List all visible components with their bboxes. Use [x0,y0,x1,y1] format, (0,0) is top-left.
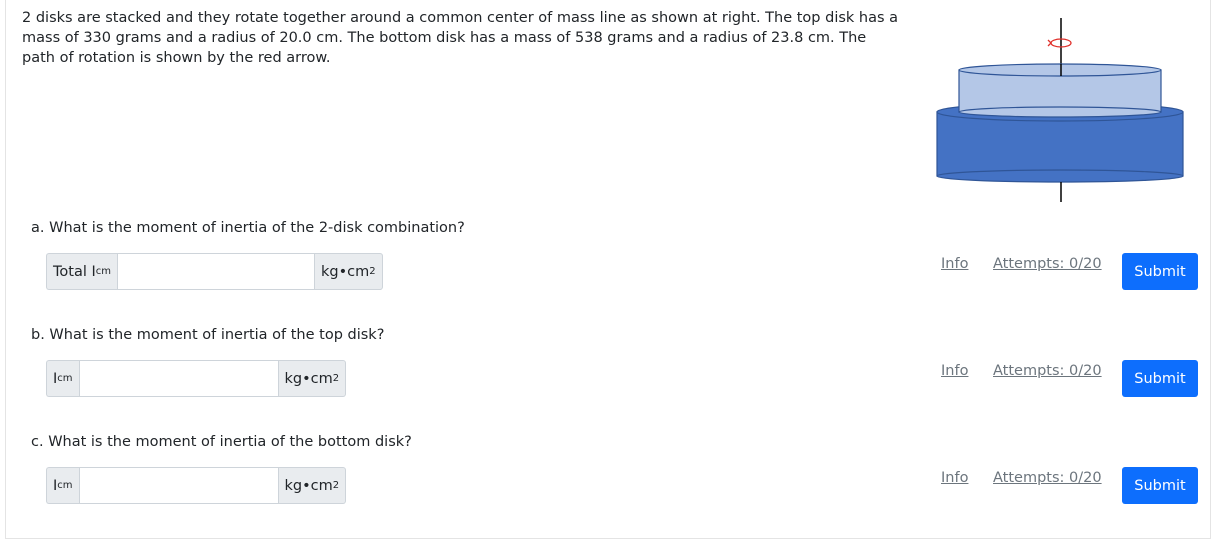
bottom-disk-icm-label: Icm [46,467,79,504]
bottom-disk-icm-input[interactable] [78,467,279,504]
info-link-a[interactable]: Info [941,256,968,272]
total-icm-input[interactable] [117,253,315,290]
question-c: c. What is the moment of inertia of the … [31,434,412,450]
info-link-b[interactable]: Info [941,363,968,379]
attempts-link-a[interactable]: Attempts: 0/20 [993,256,1102,272]
answer-group-b: Icm kg•cm 2 [46,360,347,397]
problem-statement: 2 disks are stacked and they rotate toge… [22,10,899,66]
unit-label-a: kg•cm 2 [315,253,383,290]
top-disk [958,63,1162,118]
top-disk-icm-input[interactable] [78,360,279,397]
submit-button-c[interactable]: Submit [1122,467,1198,504]
info-link-c[interactable]: Info [941,470,968,486]
submit-button-b[interactable]: Submit [1122,360,1198,397]
answer-group-c: Icm kg•cm 2 [46,467,347,504]
total-icm-label: Total Icm [46,253,117,290]
question-b: b. What is the moment of inertia of the … [31,327,385,343]
answer-group-a: Total Icm kg•cm 2 [46,253,383,290]
unit-label-c: kg•cm 2 [278,467,347,504]
submit-button-a[interactable]: Submit [1122,253,1198,290]
attempts-link-c[interactable]: Attempts: 0/20 [993,470,1102,486]
unit-label-b: kg•cm 2 [278,360,347,397]
stacked-disks-diagram [936,18,1184,202]
rotation-arrow-icon [1047,38,1072,48]
top-disk-icm-label: Icm [46,360,79,397]
question-a: a. What is the moment of inertia of the … [31,220,465,236]
attempts-link-b[interactable]: Attempts: 0/20 [993,363,1102,379]
